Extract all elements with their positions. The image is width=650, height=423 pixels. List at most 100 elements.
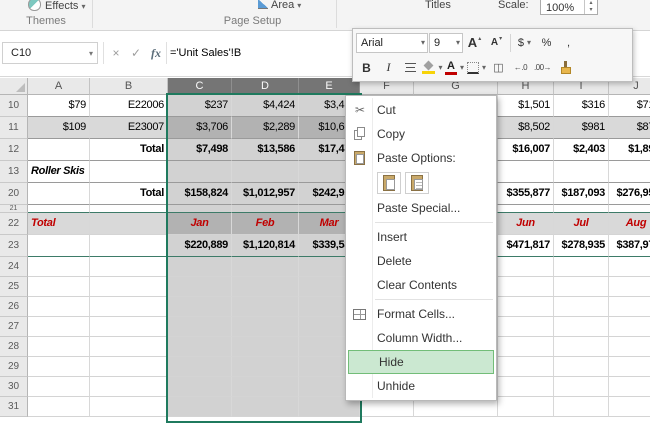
column-header-B[interactable]: B <box>90 78 168 95</box>
paste-values-button[interactable] <box>405 172 429 194</box>
cell-D20[interactable]: $1,012,957 <box>232 183 299 205</box>
cell-B25[interactable] <box>90 277 168 297</box>
grow-font-button[interactable]: A ▴ <box>464 33 485 53</box>
cell-B20[interactable]: Total <box>90 183 168 205</box>
cell-A30[interactable] <box>28 377 90 397</box>
cell-H21[interactable] <box>498 205 554 213</box>
cell-C21[interactable] <box>168 205 232 213</box>
cell-D12[interactable]: $13,586 <box>232 139 299 161</box>
cell-C31[interactable] <box>168 397 232 417</box>
cell-A24[interactable] <box>28 257 90 277</box>
cell-D10[interactable]: $4,424 <box>232 95 299 117</box>
cell-C20[interactable]: $158,824 <box>168 183 232 205</box>
bold-button[interactable]: B <box>356 58 377 78</box>
cell-I13[interactable] <box>554 161 609 183</box>
center-align-button[interactable] <box>400 58 421 78</box>
cell-J10[interactable]: $712 <box>609 95 650 117</box>
cell-H30[interactable] <box>498 377 554 397</box>
cell-I22[interactable]: Jul <box>554 213 609 235</box>
cell-D26[interactable] <box>232 297 299 317</box>
menu-item-format-cells[interactable]: Format Cells... <box>347 302 495 326</box>
spinner-arrows-icon[interactable]: ▴ ▾ <box>584 0 597 14</box>
cell-H23[interactable]: $471,817 <box>498 235 554 257</box>
menu-item-copy[interactable]: Copy <box>347 122 495 146</box>
cell-H20[interactable]: $355,877 <box>498 183 554 205</box>
cell-B22[interactable] <box>90 213 168 235</box>
cell-H28[interactable] <box>498 337 554 357</box>
effects-dropdown[interactable]: Effects ▾ <box>28 0 85 13</box>
cell-A12[interactable] <box>28 139 90 161</box>
row-header-31[interactable]: 31 <box>0 397 28 417</box>
cell-B23[interactable] <box>90 235 168 257</box>
cell-D22[interactable]: Feb <box>232 213 299 235</box>
merge-center-button[interactable]: ◫ <box>488 58 509 78</box>
cell-B26[interactable] <box>90 297 168 317</box>
cell-I11[interactable]: $981 <box>554 117 609 139</box>
row-header-27[interactable]: 27 <box>0 317 28 337</box>
cell-I12[interactable]: $2,403 <box>554 139 609 161</box>
decrease-decimal-button[interactable]: .00→ <box>532 58 553 78</box>
cell-H31[interactable] <box>498 397 554 417</box>
cell-B28[interactable] <box>90 337 168 357</box>
cell-A20[interactable] <box>28 183 90 205</box>
cell-A10[interactable]: $79 <box>28 95 90 117</box>
cell-B10[interactable]: E22006 <box>90 95 168 117</box>
cell-J31[interactable] <box>609 397 650 417</box>
cell-C27[interactable] <box>168 317 232 337</box>
insert-function-button[interactable]: fx <box>146 42 166 64</box>
cell-I24[interactable] <box>554 257 609 277</box>
cell-C25[interactable] <box>168 277 232 297</box>
enter-button[interactable]: ✓ <box>126 42 146 64</box>
cell-A29[interactable] <box>28 357 90 377</box>
cell-D13[interactable] <box>232 161 299 183</box>
formula-input[interactable]: ='Unit Sales'!B <box>170 42 241 64</box>
cell-C13[interactable] <box>168 161 232 183</box>
menu-item-clear-contents[interactable]: Clear Contents <box>347 273 495 297</box>
font-color-button[interactable]: A ▾ <box>444 58 465 78</box>
cell-A31[interactable] <box>28 397 90 417</box>
cell-H26[interactable] <box>498 297 554 317</box>
cell-A13[interactable]: Roller Skis <box>28 161 90 183</box>
cell-J13[interactable] <box>609 161 650 183</box>
cell-B21[interactable] <box>90 205 168 213</box>
cell-C22[interactable]: Jan <box>168 213 232 235</box>
column-header-E[interactable]: E <box>299 78 360 95</box>
menu-item-column-width[interactable]: Column Width... <box>347 326 495 350</box>
cell-C12[interactable]: $7,498 <box>168 139 232 161</box>
row-header-10[interactable]: 10 <box>0 95 28 117</box>
cell-I28[interactable] <box>554 337 609 357</box>
menu-item-insert[interactable]: Insert <box>347 225 495 249</box>
fill-color-button[interactable]: ▾ <box>422 58 443 78</box>
cell-D23[interactable]: $1,120,814 <box>232 235 299 257</box>
cell-H10[interactable]: $1,501 <box>498 95 554 117</box>
cell-H22[interactable]: Jun <box>498 213 554 235</box>
cell-J26[interactable] <box>609 297 650 317</box>
cell-B29[interactable] <box>90 357 168 377</box>
cell-C10[interactable]: $237 <box>168 95 232 117</box>
increase-decimal-button[interactable]: ←.0 <box>510 58 531 78</box>
cell-H27[interactable] <box>498 317 554 337</box>
cell-B30[interactable] <box>90 377 168 397</box>
cell-A28[interactable] <box>28 337 90 357</box>
column-header-C[interactable]: C <box>168 78 232 95</box>
row-header-12[interactable]: 12 <box>0 139 28 161</box>
cell-H11[interactable]: $8,502 <box>498 117 554 139</box>
cell-I25[interactable] <box>554 277 609 297</box>
cell-I29[interactable] <box>554 357 609 377</box>
menu-item-delete[interactable]: Delete <box>347 249 495 273</box>
cell-I10[interactable]: $316 <box>554 95 609 117</box>
cell-B11[interactable]: E23007 <box>90 117 168 139</box>
borders-button[interactable]: ▾ <box>466 58 487 78</box>
cell-J22[interactable]: Aug <box>609 213 650 235</box>
menu-item-paste-special[interactable]: Paste Special... <box>347 196 495 220</box>
cell-I26[interactable] <box>554 297 609 317</box>
column-header-D[interactable]: D <box>232 78 299 95</box>
cell-D11[interactable]: $2,289 <box>232 117 299 139</box>
font-size-combo[interactable]: 9 ▾ <box>429 32 463 53</box>
row-header-24[interactable]: 24 <box>0 257 28 277</box>
menu-item-hide[interactable]: Hide <box>348 350 494 374</box>
column-header-A[interactable]: A <box>28 78 90 95</box>
row-header-25[interactable]: 25 <box>0 277 28 297</box>
cell-C30[interactable] <box>168 377 232 397</box>
cell-H29[interactable] <box>498 357 554 377</box>
